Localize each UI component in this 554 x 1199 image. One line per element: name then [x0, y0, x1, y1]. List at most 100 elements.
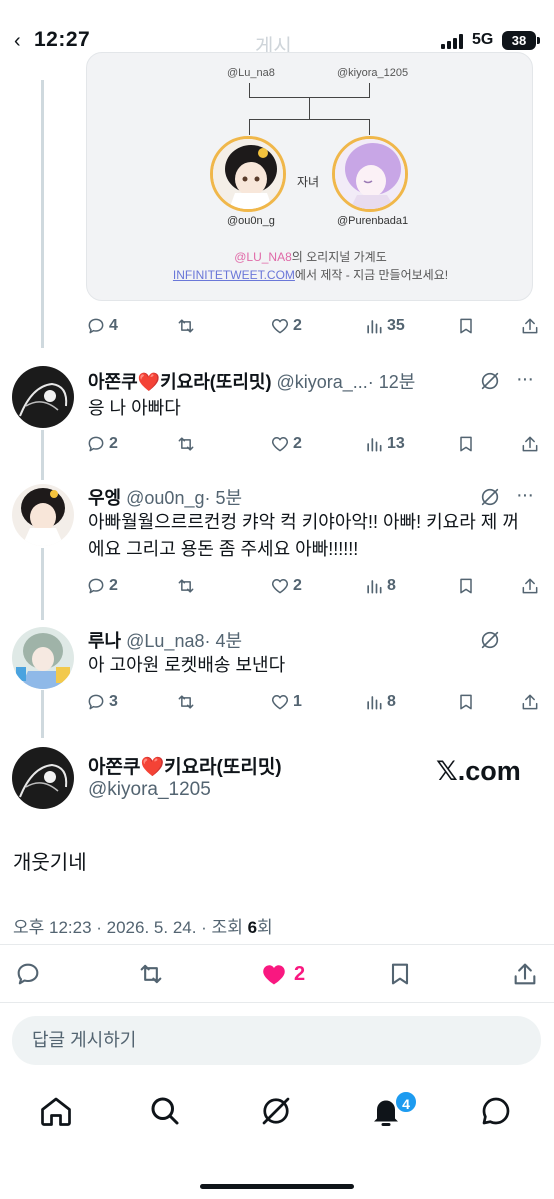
main-author-name[interactable]: 아쫀쿠❤️키요라(또리밋): [88, 752, 282, 779]
reply-icon: [88, 318, 104, 334]
tree-caption-cta: 에서 제작 - 지금 만들어보세요!: [294, 268, 449, 282]
views-button[interactable]: 8: [364, 574, 396, 598]
like-button[interactable]: 2: [260, 958, 305, 990]
grok-icon[interactable]: [479, 629, 501, 651]
reply-count: 4: [109, 317, 118, 334]
more-icon[interactable]: ···: [516, 368, 534, 391]
tree-children-label: 자녀: [297, 175, 320, 189]
repost-icon: [178, 319, 194, 333]
views-count: 13: [387, 435, 405, 452]
repost-button[interactable]: [176, 432, 196, 456]
like-button[interactable]: 2: [270, 574, 302, 598]
reply-button[interactable]: 4: [86, 314, 118, 338]
reply-button[interactable]: 2: [86, 432, 118, 456]
bookmark-button[interactable]: [456, 432, 476, 456]
repost-button[interactable]: [176, 314, 196, 338]
reply-icon: [88, 694, 104, 710]
avatar[interactable]: [12, 484, 74, 546]
share-button[interactable]: [511, 958, 539, 990]
avatar[interactable]: [12, 366, 74, 428]
main-tweet-text: 개웃기네: [13, 852, 87, 874]
home-indicator: [200, 1184, 354, 1189]
views-button[interactable]: 8: [364, 690, 396, 714]
heart-icon: [271, 579, 289, 594]
bookmark-icon: [391, 963, 409, 985]
reply-input[interactable]: 답글 게시하기: [12, 1016, 541, 1065]
heart-icon: [271, 695, 289, 710]
x-logo: 𝕏.com: [436, 756, 521, 786]
repost-button[interactable]: [176, 690, 196, 714]
share-button[interactable]: [520, 574, 540, 598]
heart-filled-icon: [263, 965, 285, 985]
views-count: 35: [387, 317, 405, 334]
grok-icon[interactable]: [479, 486, 501, 508]
reply-header: 우엥 @ou0n_g· 5분: [88, 484, 242, 510]
repost-icon: [178, 437, 194, 451]
repost-icon: [140, 964, 162, 984]
views-button[interactable]: 13: [364, 432, 405, 456]
family-tree-image[interactable]: @Lu_na8 @kiyora_1205 자녀 @ou0n_g @Purenba…: [86, 52, 533, 301]
tree-connector: [249, 83, 250, 97]
bookmark-icon: [460, 578, 472, 594]
more-icon[interactable]: ···: [516, 484, 534, 507]
battery-cap: [537, 37, 540, 44]
grok-icon[interactable]: [479, 370, 501, 392]
tree-caption-handle: @LU_NA8: [234, 250, 292, 264]
messages-icon[interactable]: [478, 1093, 514, 1129]
reply-count: 2: [109, 577, 118, 594]
status-time: 12:27: [34, 28, 91, 51]
share-icon: [522, 578, 538, 594]
share-button[interactable]: [520, 314, 540, 338]
bookmark-button[interactable]: [456, 314, 476, 338]
share-button[interactable]: [520, 690, 540, 714]
bottom-nav: [0, 1085, 554, 1145]
share-button[interactable]: [520, 432, 540, 456]
tree-connector: [369, 83, 370, 97]
like-button[interactable]: 2: [270, 432, 302, 456]
repost-button[interactable]: [137, 958, 165, 990]
tree-caption-link-line: INFINITETWEET.COM에서 제작 - 지금 만들어보세요!: [87, 266, 532, 283]
bookmark-button[interactable]: [456, 690, 476, 714]
like-button[interactable]: 1: [270, 690, 302, 714]
divider: [0, 944, 554, 945]
thread-line: [41, 690, 44, 738]
avatar[interactable]: [12, 627, 74, 689]
reply-time: · 5분: [204, 488, 243, 508]
reply-author-handle[interactable]: @ou0n_g: [126, 488, 204, 508]
view-count: 6: [247, 918, 258, 937]
back-arrow-icon[interactable]: ‹: [14, 30, 21, 53]
reply-button[interactable]: [14, 958, 42, 990]
tree-child-right-avatar: [332, 136, 408, 212]
reply-author-handle[interactable]: @Lu_na8: [126, 631, 204, 651]
tree-caption-link[interactable]: INFINITETWEET.COM: [173, 268, 295, 282]
parent-action-bar: 4 2 35: [86, 314, 546, 338]
like-button[interactable]: 2: [270, 314, 302, 338]
reply-button[interactable]: 3: [86, 690, 118, 714]
reply-icon: [88, 578, 104, 594]
reply-action-bar: 2 2 8: [86, 574, 546, 598]
heart-icon: [271, 319, 289, 334]
home-icon[interactable]: [38, 1093, 74, 1129]
bookmark-icon: [460, 694, 472, 710]
reply-author-name[interactable]: 루나: [88, 631, 121, 651]
reply-icon: [88, 436, 104, 452]
views-count: 8: [387, 693, 396, 710]
tree-child-left-avatar: [210, 136, 286, 212]
reply-author-name[interactable]: 아쫀쿠❤️키요라(또리밋): [88, 372, 271, 392]
grok-icon[interactable]: [258, 1093, 294, 1129]
reply-button[interactable]: 2: [86, 574, 118, 598]
avatar[interactable]: [12, 747, 74, 809]
repost-button[interactable]: [176, 574, 196, 598]
reply-action-bar: 2 2 13: [86, 432, 546, 456]
views-button[interactable]: 35: [364, 314, 405, 338]
views-icon: [367, 320, 382, 334]
bookmark-button[interactable]: [386, 958, 414, 990]
search-icon[interactable]: [147, 1093, 183, 1129]
reply-icon: [17, 963, 39, 985]
bookmark-button[interactable]: [456, 574, 476, 598]
reply-author-name[interactable]: 우엥: [88, 488, 121, 508]
reply-author-handle[interactable]: @kiyora_...: [276, 372, 367, 392]
reply-header: 루나 @Lu_na8· 4분: [88, 627, 242, 653]
main-author-handle[interactable]: @kiyora_1205: [88, 779, 211, 801]
reply-count: 2: [109, 435, 118, 452]
